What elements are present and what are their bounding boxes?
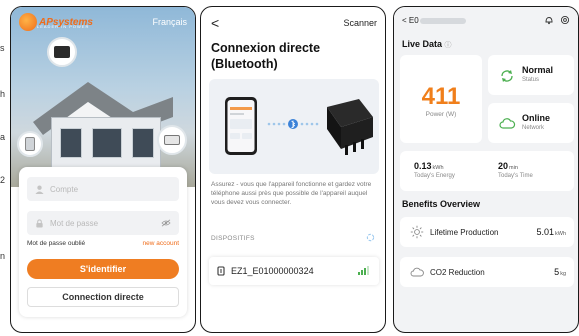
lifetime-production-label: Lifetime Production [430,228,499,237]
lifetime-production-unit: kWh [555,231,566,237]
benefits-heading: Benefits Overview [402,199,481,209]
device-list-item[interactable]: EZ1_E01000000324 [209,257,379,285]
network-value: Online [522,113,551,123]
today-energy-value: 0.13kWh [414,161,444,171]
page-title: Connexion directe (Bluetooth) [211,41,321,71]
device-name: EZ1_E01000000324 [231,266,314,276]
power-value: 411 [421,83,461,110]
today-time-number: 20 [498,161,509,171]
screenshot-root: s h a 2 n APsystems LEADER IN POWER Fran… [0,0,579,336]
house-window [92,128,122,158]
today-energy-label: Today's Energy [414,173,455,179]
login-links-row: Mot de passe oublié new account [27,240,179,247]
network-card: Online Network [488,103,574,143]
co2-reduction-row[interactable]: CO2 Reduction 5kg [400,257,574,287]
edge-text-3: a [0,132,6,142]
lifetime-production-row[interactable]: Lifetime Production 5.01kWh [400,217,574,247]
redacted-device-id [420,18,466,24]
devices-section-label: DISPOSITIFS [211,235,255,242]
power-label: Power (W) [425,111,457,118]
lifetime-production-value: 5.01kWh [536,227,566,237]
storage-icon [164,135,180,145]
house-window [60,128,82,158]
password-field[interactable] [27,211,179,235]
today-energy-unit: kWh [432,165,444,171]
edge-text-4: 2 [0,175,6,185]
dashboard-screen: < E0 Live Data ⓘ 411 Power (W) Normal St… [393,6,579,333]
eye-hidden-icon[interactable] [161,219,171,227]
co2-reduction-value: 5kg [554,267,566,277]
apsystems-logo-icon [19,13,37,31]
status-value: Normal [522,65,554,75]
edge-text-2: h [0,89,6,99]
today-time-label: Today's Time [498,173,533,179]
instructions-text: Assurez - vous que l'appareil fonctionne… [211,181,372,206]
device-icon [217,266,225,276]
today-time-value: 20min [498,161,518,171]
live-data-title: Live Data [402,39,443,49]
phone-to-inverter-graphic [225,97,373,155]
house-window [132,128,154,158]
lock-icon [36,218,43,228]
signal-strength-icon [358,266,369,275]
edge-text-5: n [0,251,6,261]
password-input[interactable] [50,218,160,228]
today-summary-card: 0.13kWh Today's Energy 20min Today's Tim… [400,151,574,191]
battery-bubble [17,131,43,157]
network-label: Network [522,125,545,131]
co2-reduction-label: CO2 Reduction [430,268,485,277]
connection-illustration [209,79,379,174]
login-card: Mot de passe oublié new account S'identi… [19,167,187,317]
lifetime-production-number: 5.01 [536,227,554,237]
inverter-bubble [47,37,77,67]
today-time-unit: min [509,165,518,171]
status-label: Status [522,77,540,83]
language-selector[interactable]: Français [152,17,187,27]
login-button[interactable]: S'identifier [27,259,179,279]
edge-text-1: s [0,43,5,53]
inverter-icon [54,46,70,58]
cloud-icon [499,118,516,129]
power-card: 411 Power (W) [400,55,482,143]
bluetooth-screen: < Scanner Connexion directe (Bluetooth) [200,6,386,333]
house-background [11,7,195,187]
direct-connection-button[interactable]: Connection directe [27,287,179,307]
co2-reduction-unit: kg [560,271,566,277]
live-data-heading: Live Data ⓘ [402,39,452,50]
settings-icon[interactable] [560,15,570,25]
status-sync-icon [501,70,513,82]
cloud-outline-icon [410,267,424,277]
top-bar-icons [544,15,570,25]
info-icon[interactable]: ⓘ [445,42,452,49]
new-account-link[interactable]: new account [143,240,180,247]
device-back-button[interactable]: < E0 [402,16,419,25]
account-input[interactable] [50,184,160,194]
login-screen: APsystems LEADER IN POWER Français Compt… [10,6,196,333]
scan-button[interactable]: Scanner [343,18,377,28]
loading-spinner-icon[interactable] [366,233,375,244]
bell-icon[interactable] [544,15,554,25]
forgot-password-link[interactable]: Mot de passe oublié [27,240,85,247]
co2-reduction-number: 5 [554,267,560,277]
back-arrow-icon[interactable]: < [211,15,219,31]
sun-icon [410,225,424,239]
battery-icon [25,137,35,151]
status-card: Normal Status [488,55,574,95]
user-icon [35,185,44,194]
account-field[interactable] [27,177,179,201]
storage-bubble [157,125,187,155]
brand-tagline: LEADER IN POWER [37,24,90,29]
today-energy-number: 0.13 [414,161,432,171]
